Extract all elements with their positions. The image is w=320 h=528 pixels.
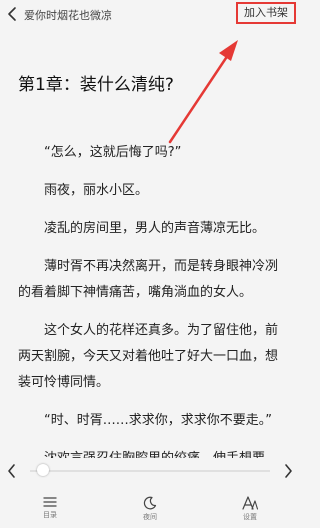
next-chapter-icon[interactable] [282, 462, 294, 480]
previous-chapter-icon[interactable] [6, 462, 18, 480]
progress-slider-handle[interactable] [37, 464, 50, 476]
top-bar: 爱你时烟花也微凉 加入书架 [0, 0, 300, 30]
paragraph: 这个女人的花样还真多。为了留住他，前两天割腕，今天又对着他吐了好大一口血，想装可… [18, 323, 279, 390]
paragraph: “时、时胥……求求你，求求你不要走。” [44, 413, 272, 428]
progress-track[interactable] [30, 470, 270, 472]
paragraph: 薄时胥不再决然离开，而是转身眼神冷冽的看着脚下神情痛苦，嘴角淌血的女人。 [18, 259, 279, 300]
catalog-button[interactable]: 目录 [30, 496, 70, 520]
back-arrow-icon[interactable] [6, 6, 20, 22]
night-mode-button[interactable]: 夜间 [130, 496, 170, 522]
settings-label: 设置 [243, 513, 257, 521]
chapter-content: “怎么，这就后悔了吗?” 雨夜，丽水小区。 凌乱的房间里，男人的声音薄凉无比。 … [18, 140, 290, 484]
catalog-label: 目录 [43, 511, 57, 519]
moon-icon [143, 496, 157, 510]
book-title: 爱你时烟花也微凉 [24, 9, 112, 22]
menu-list-icon [43, 497, 57, 507]
bottom-toolbar: 目录 夜间 设置 [0, 458, 300, 528]
paragraph: “怎么，这就后悔了吗?” [44, 145, 182, 160]
chapter-title: 第1章：装什么清纯? [18, 75, 174, 95]
font-settings-icon [242, 496, 258, 510]
paragraph: 雨夜，丽水小区。 [44, 183, 149, 198]
settings-button[interactable]: 设置 [230, 496, 270, 522]
paragraph: 凌乱的房间里，男人的声音薄凉无比。 [44, 221, 266, 236]
add-to-shelf-button[interactable]: 加入书架 [236, 2, 296, 24]
night-label: 夜间 [143, 513, 157, 521]
